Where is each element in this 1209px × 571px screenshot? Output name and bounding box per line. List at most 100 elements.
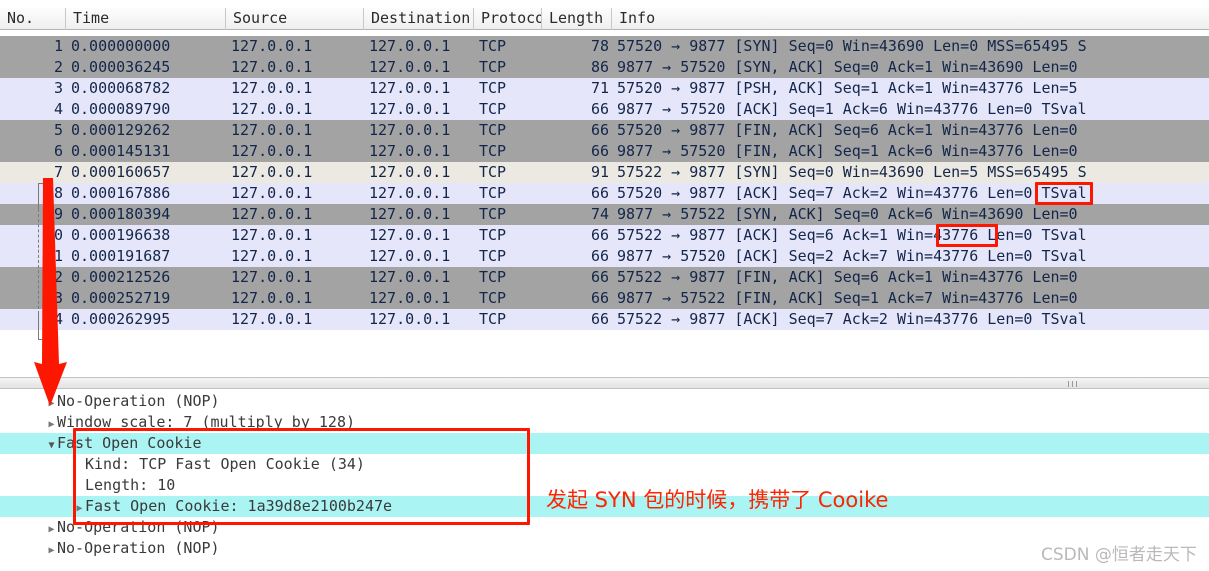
cell-time: 0.000191687: [71, 247, 171, 265]
cell-destination: 127.0.0.1: [369, 289, 451, 307]
cell-no: 10: [44, 226, 63, 244]
wireshark-window: No. Time Source Destination Protoco Length Inf…: [0, 0, 1209, 571]
cell-source: 127.0.0.1: [231, 142, 313, 160]
cell-source: 127.0.0.1: [231, 37, 313, 55]
cell-length: 66: [590, 142, 609, 160]
table-row[interactable]: 4 0.000089790 127.0.0.1 127.0.0.1 TCP 66 9877 …: [0, 99, 1209, 120]
cell-protocol: TCP: [479, 37, 507, 55]
detail-row-label: Window scale: 7 (multiply by 128): [57, 413, 356, 431]
cell-protocol: TCP: [479, 289, 507, 307]
detail-row-content: ▶ Window scale: 7 (multiply by 128): [46, 412, 355, 433]
table-row[interactable]: 10 0.000196638 127.0.0.1 127.0.0.1 TCP 66 5752…: [0, 225, 1209, 246]
cell-no: 8: [53, 184, 63, 202]
cell-destination: 127.0.0.1: [369, 310, 451, 328]
cell-info: 57520 → 9877 [FIN, ACK] Seq=6 Ack=1 Win=…: [617, 121, 1078, 139]
detail-row-label: Length: 10: [85, 476, 176, 494]
pane-splitter[interactable]: [0, 377, 1209, 389]
detail-row[interactable]: ▼ Fast Open Cookie: [0, 433, 1209, 454]
cell-info: 9877 → 57522 [FIN, ACK] Seq=1 Ack=7 Win=…: [617, 289, 1078, 307]
detail-row-label: No-Operation (NOP): [57, 518, 220, 536]
cell-destination: 127.0.0.1: [369, 58, 451, 76]
cell-source: 127.0.0.1: [231, 247, 313, 265]
cell-destination: 127.0.0.1: [369, 142, 451, 160]
table-row[interactable]: 11 0.000191687 127.0.0.1 127.0.0.1 TCP 66 9877…: [0, 246, 1209, 267]
detail-row[interactable]: ▶ No-Operation (NOP): [0, 538, 1209, 559]
cell-no: 5: [53, 121, 63, 139]
cell-time: 0.000036245: [71, 58, 171, 76]
table-row[interactable]: 14 0.000262995 127.0.0.1 127.0.0.1 TCP 66 5752…: [0, 309, 1209, 330]
cell-info: 57520 → 9877 [ACK] Seq=7 Ack=2 Win=43776…: [617, 184, 1087, 202]
detail-row-content: Length: 10: [74, 475, 175, 496]
chevron-right-icon[interactable]: ▶: [46, 519, 57, 540]
cell-protocol: TCP: [479, 100, 507, 118]
detail-row[interactable]: ▶ No-Operation (NOP): [0, 391, 1209, 412]
chevron-down-icon[interactable]: ▼: [46, 435, 57, 456]
cell-protocol: TCP: [479, 268, 507, 286]
detail-row-content: ▼ Fast Open Cookie: [46, 433, 202, 454]
cell-source: 127.0.0.1: [231, 100, 313, 118]
cell-time: 0.000180394: [71, 205, 171, 223]
cell-source: 127.0.0.1: [231, 310, 313, 328]
cell-no: 4: [53, 100, 63, 118]
cell-source: 127.0.0.1: [231, 58, 313, 76]
chevron-right-icon[interactable]: ▶: [46, 393, 57, 414]
column-header-info[interactable]: Info: [612, 8, 1209, 30]
cell-destination: 127.0.0.1: [369, 163, 451, 181]
cell-time: 0.000068782: [71, 79, 171, 97]
cell-protocol: TCP: [479, 58, 507, 76]
detail-row-label: Kind: TCP Fast Open Cookie (34): [85, 455, 365, 473]
column-header-source[interactable]: Source: [226, 8, 364, 30]
cell-no: 12: [44, 268, 63, 286]
cell-no: 14: [44, 310, 63, 328]
cell-info: 57522 → 9877 [ACK] Seq=6 Ack=1 Win=43776…: [617, 226, 1087, 244]
detail-row[interactable]: Kind: TCP Fast Open Cookie (34): [0, 454, 1209, 475]
packet-detail-pane[interactable]: ▶ No-Operation (NOP) ▶ Window scale: 7 (mul…: [0, 389, 1209, 571]
column-header-length[interactable]: Length: [542, 8, 612, 30]
table-row[interactable]: 9 0.000180394 127.0.0.1 127.0.0.1 TCP 74 9877 …: [0, 204, 1209, 225]
cell-time: 0.000000000: [71, 37, 171, 55]
cell-protocol: TCP: [479, 79, 507, 97]
column-header-no[interactable]: No.: [0, 8, 66, 30]
cell-no: 2: [53, 58, 63, 76]
table-row[interactable]: 2 0.000036245 127.0.0.1 127.0.0.1 TCP 86 9877 …: [0, 57, 1209, 78]
column-header-protocol[interactable]: Protoco: [474, 8, 542, 30]
column-header-destination[interactable]: Destination: [364, 8, 474, 30]
cell-length: 66: [590, 121, 609, 139]
table-row[interactable]: 12 0.000212526 127.0.0.1 127.0.0.1 TCP 66 5752…: [0, 267, 1209, 288]
cell-protocol: TCP: [479, 142, 507, 160]
cell-length: 66: [590, 226, 609, 244]
detail-row[interactable]: ▶ No-Operation (NOP): [0, 517, 1209, 538]
cell-info: 9877 → 57522 [SYN, ACK] Seq=0 Ack=6 Win=…: [617, 205, 1078, 223]
cell-source: 127.0.0.1: [231, 226, 313, 244]
packet-list-pane[interactable]: No. Time Source Destination Protoco Length Inf…: [0, 0, 1209, 360]
chevron-right-icon[interactable]: ▶: [46, 414, 57, 435]
cell-time: 0.000252719: [71, 289, 171, 307]
cell-info: 57520 → 9877 [PSH, ACK] Seq=1 Ack=1 Win=…: [617, 79, 1078, 97]
detail-row[interactable]: ▶ Window scale: 7 (multiply by 128): [0, 412, 1209, 433]
table-row[interactable]: 13 0.000252719 127.0.0.1 127.0.0.1 TCP 66 9877…: [0, 288, 1209, 309]
cell-time: 0.000262995: [71, 310, 171, 328]
table-row[interactable]: 8 0.000167886 127.0.0.1 127.0.0.1 TCP 66 57520…: [0, 183, 1209, 204]
packet-list-header[interactable]: No. Time Source Destination Protoco Length Inf…: [0, 8, 1209, 30]
cell-no: 1: [53, 37, 63, 55]
chevron-right-icon[interactable]: ▶: [46, 540, 57, 561]
cell-length: 91: [590, 163, 609, 181]
table-row[interactable]: 3 0.000068782 127.0.0.1 127.0.0.1 TCP 71 57520…: [0, 78, 1209, 99]
cell-time: 0.000196638: [71, 226, 171, 244]
table-row[interactable]: 6 0.000145131 127.0.0.1 127.0.0.1 TCP 66 9877 …: [0, 141, 1209, 162]
table-row[interactable]: 1 0.000000000 127.0.0.1 127.0.0.1 TCP 78 57520…: [0, 36, 1209, 57]
cell-destination: 127.0.0.1: [369, 184, 451, 202]
table-row[interactable]: 7 0.000160657 127.0.0.1 127.0.0.1 TCP 91 57522…: [0, 162, 1209, 183]
cell-length: 86: [590, 58, 609, 76]
cell-no: 11: [44, 247, 63, 265]
chevron-right-icon[interactable]: ▶: [74, 498, 85, 519]
cell-protocol: TCP: [479, 310, 507, 328]
detail-row-content: ▶ No-Operation (NOP): [46, 538, 219, 561]
cell-destination: 127.0.0.1: [369, 37, 451, 55]
cell-source: 127.0.0.1: [231, 184, 313, 202]
cell-length: 66: [590, 268, 609, 286]
column-header-time[interactable]: Time: [66, 8, 226, 30]
chinese-annotation-note: 发起 SYN 包的时候，携带了 Cooike: [546, 488, 889, 512]
detail-row-label: Fast Open Cookie: [57, 434, 202, 452]
table-row[interactable]: 5 0.000129262 127.0.0.1 127.0.0.1 TCP 66 57520…: [0, 120, 1209, 141]
